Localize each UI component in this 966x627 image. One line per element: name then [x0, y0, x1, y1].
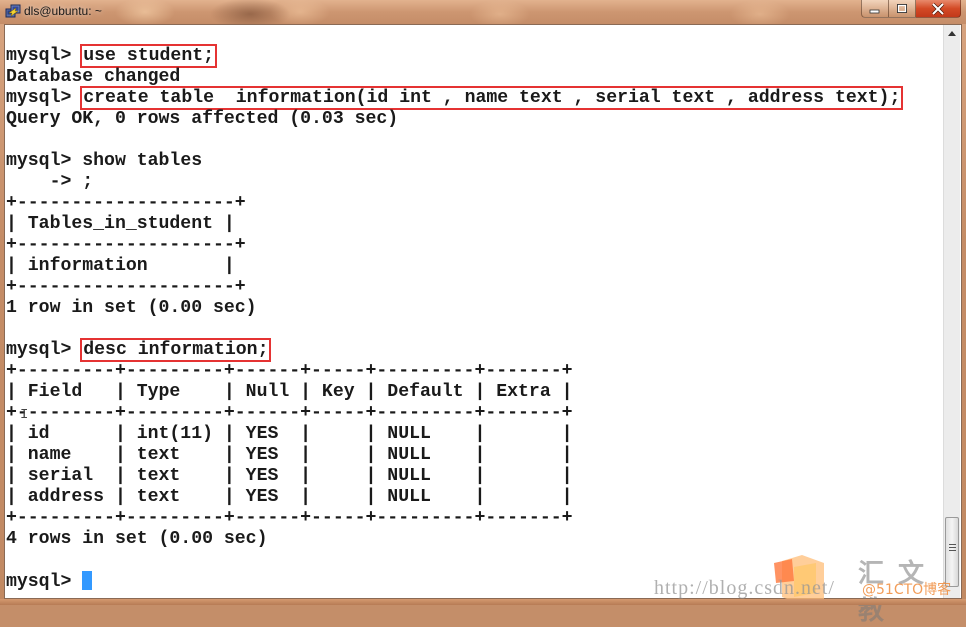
output-line: 4 rows in set (0.00 sec) — [6, 529, 944, 550]
watermark-sub: @51CTO博客 — [862, 582, 952, 598]
output-text: -> ; — [6, 172, 94, 192]
output-line: | name | text | YES | | NULL | | — [6, 445, 944, 466]
highlighted-command: create table information(id int , name t… — [80, 86, 904, 110]
output-text: | information | — [6, 256, 235, 276]
output-line: | address | text | YES | | NULL | | — [6, 487, 944, 508]
highlighted-command: desc information; — [80, 338, 272, 362]
maximize-button[interactable] — [889, 0, 916, 18]
output-line: 1 row in set (0.00 sec) — [6, 298, 944, 319]
mysql-prompt: mysql> — [6, 340, 83, 360]
output-line: +--------------------+ — [6, 277, 944, 298]
output-text: 4 rows in set (0.00 sec) — [6, 529, 268, 549]
title-bar[interactable]: dls@ubuntu: ~ — [0, 0, 966, 24]
command-line: mysql> show tables — [6, 151, 944, 172]
scroll-up-button[interactable] — [944, 25, 960, 42]
output-text: +--------------------+ — [6, 235, 246, 255]
output-text: | serial | text | YES | | NULL | | — [6, 466, 573, 486]
output-line: | id | int(11) | YES | | NULL | | — [6, 424, 944, 445]
window-controls — [861, 0, 961, 19]
command-line: mysql> use student; — [6, 44, 944, 68]
output-line: | Field | Type | Null | Key | Default | … — [6, 382, 944, 403]
output-line: | information | — [6, 256, 944, 277]
putty-icon — [5, 4, 21, 18]
output-text: +--------------------+ — [6, 193, 246, 213]
close-button[interactable] — [916, 0, 961, 18]
output-line: Query OK, 0 rows affected (0.03 sec) — [6, 109, 944, 130]
output-text: | Field | Type | Null | Key | Default | … — [6, 382, 573, 402]
output-line: | serial | text | YES | | NULL | | — [6, 466, 944, 487]
output-text: | Tables_in_student | — [6, 214, 235, 234]
output-text: 1 row in set (0.00 sec) — [6, 298, 257, 318]
mysql-prompt: mysql> — [6, 151, 83, 171]
vertical-scrollbar[interactable] — [943, 25, 960, 598]
close-icon — [931, 2, 945, 15]
output-line: +--------------------+ — [6, 235, 944, 256]
command-line: mysql> desc information; — [6, 338, 944, 362]
output-text: | name | text | YES | | NULL | | — [6, 445, 573, 465]
output-line: +---------+---------+------+-----+------… — [6, 403, 944, 424]
window-title: dls@ubuntu: ~ — [24, 4, 102, 18]
highlighted-command: use student; — [80, 44, 217, 68]
output-text: | id | int(11) | YES | | NULL | | — [6, 424, 573, 444]
output-line: -> ; — [6, 172, 944, 193]
output-text: +--------------------+ — [6, 277, 246, 297]
command-line: mysql> create table information(id int ,… — [6, 86, 944, 110]
grip-icon — [949, 544, 956, 553]
output-text: +---------+---------+------+-----+------… — [6, 403, 573, 423]
output-line: Database changed — [6, 67, 944, 88]
minimize-button[interactable] — [861, 0, 889, 18]
ibeam-cursor-icon: I — [20, 407, 29, 423]
arrow-up-icon — [948, 31, 956, 36]
watermark-url: http://blog.csdn.net/ — [654, 577, 835, 599]
mysql-prompt: mysql> — [6, 46, 83, 66]
output-line: +---------+---------+------+-----+------… — [6, 508, 944, 529]
minimize-icon — [869, 9, 880, 13]
text-cursor — [82, 571, 93, 590]
output-line: +---------+---------+------+-----+------… — [6, 361, 944, 382]
mysql-prompt: mysql> — [6, 88, 83, 108]
terminal-window: dls@ubuntu: ~ mysql> use student; Databa… — [0, 0, 966, 626]
output-text: Database changed — [6, 67, 181, 87]
command-text: show tables — [82, 151, 203, 171]
output-text: +---------+---------+------+-----+------… — [6, 361, 573, 381]
output-text: +---------+---------+------+-----+------… — [6, 508, 573, 528]
output-text: | address | text | YES | | NULL | | — [6, 487, 573, 507]
terminal-client-area[interactable]: mysql> use student; Database changed mysql… — [4, 24, 962, 599]
terminal-output[interactable]: mysql> use student; Database changed mysql… — [6, 25, 944, 598]
window-bottom-border — [0, 599, 966, 605]
output-text: Query OK, 0 rows affected (0.03 sec) — [6, 109, 399, 129]
mysql-prompt: mysql> — [6, 572, 83, 592]
output-line: | Tables_in_student | — [6, 214, 944, 235]
maximize-icon — [897, 4, 907, 13]
output-line: +--------------------+ — [6, 193, 944, 214]
